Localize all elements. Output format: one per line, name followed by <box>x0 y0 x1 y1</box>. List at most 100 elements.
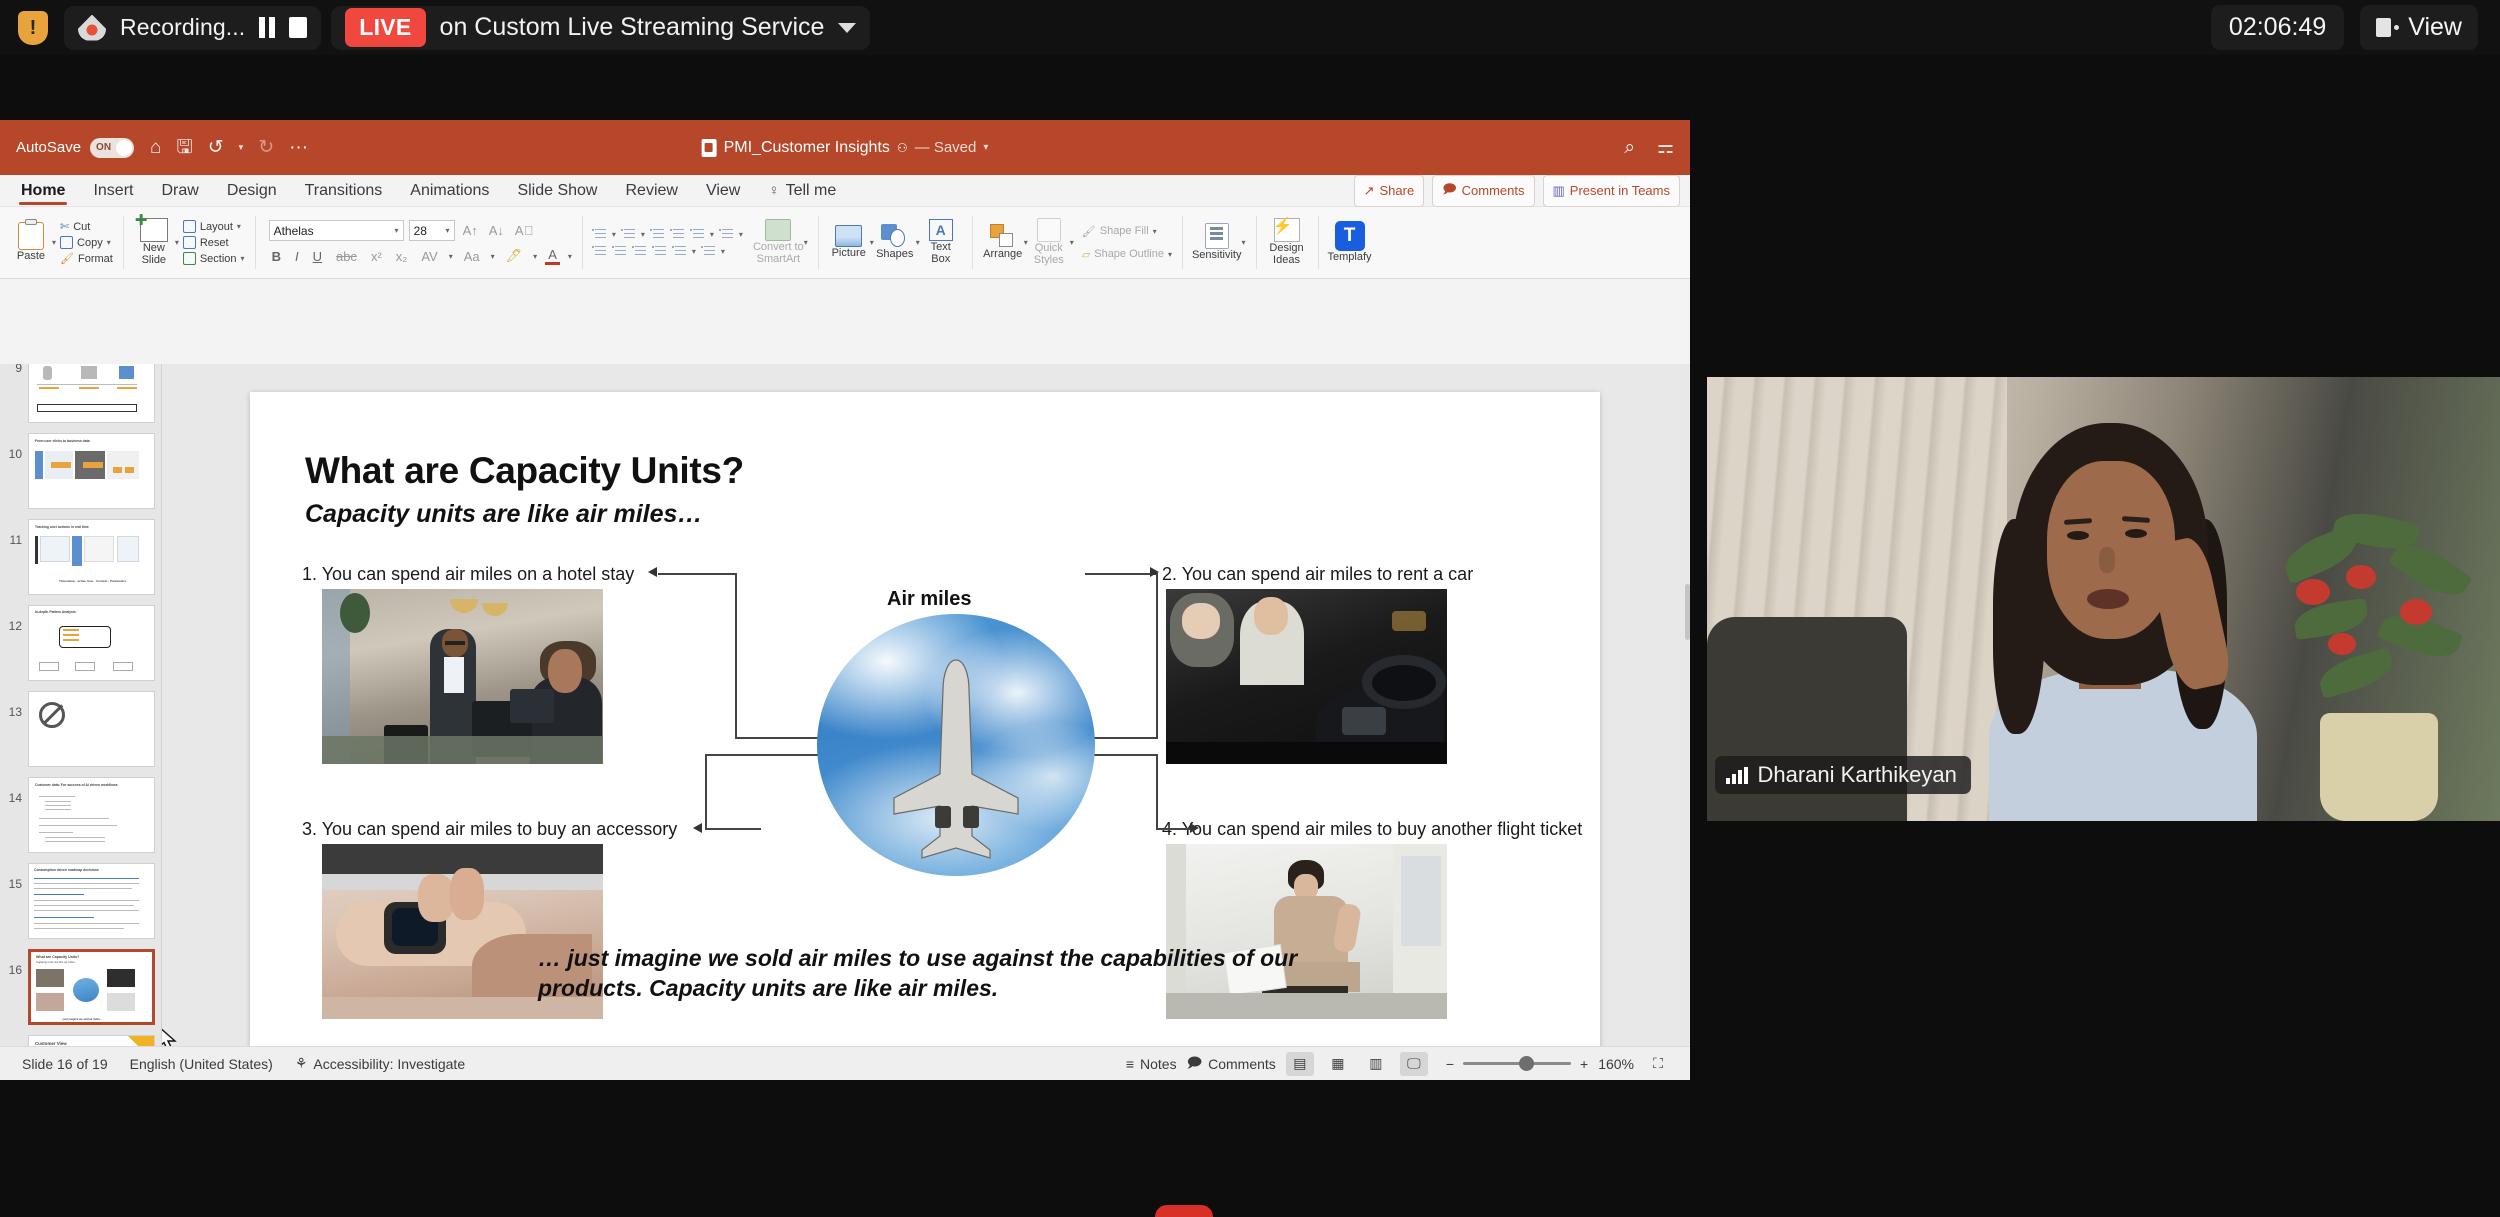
align-text-icon[interactable] <box>700 245 716 258</box>
save-icon[interactable]: 🖫 <box>177 138 193 157</box>
paste-button[interactable]: Paste <box>10 219 52 263</box>
columns-icon[interactable] <box>718 228 734 241</box>
reset-button[interactable]: Reset <box>182 236 245 249</box>
font-color-chevron-down-icon[interactable]: ▾ <box>568 252 572 261</box>
layout-chevron-down-icon[interactable]: ▾ <box>237 222 241 231</box>
font-size-input[interactable]: 28 ▾ <box>408 220 455 241</box>
reading-view-icon[interactable]: ▥ <box>1362 1052 1390 1076</box>
change-case-chevron-down-icon[interactable]: ▾ <box>491 252 495 261</box>
undo-icon[interactable]: ↺ <box>208 138 224 157</box>
bullets-chevron-down-icon[interactable]: ▾ <box>612 230 616 239</box>
columns-chevron-down-icon[interactable]: ▾ <box>739 230 743 239</box>
zoom-knob[interactable] <box>1519 1056 1534 1071</box>
tab-insert[interactable]: Insert <box>80 178 146 204</box>
undo-chevron-down-icon[interactable]: ▾ <box>239 143 244 152</box>
copy-button[interactable]: Copy ▾ <box>60 236 113 249</box>
tab-design[interactable]: Design <box>214 178 290 204</box>
section-button[interactable]: Section ▾ <box>182 252 245 265</box>
character-spacing-button[interactable]: AV <box>418 249 440 264</box>
stop-icon[interactable] <box>289 17 308 38</box>
cut-button[interactable]: ✄ Cut <box>60 220 113 234</box>
thumbnail-card[interactable]: Customer View <box>28 1035 155 1046</box>
tell-me-search[interactable]: ♀ Tell me <box>755 178 849 204</box>
pane-splitter-handle[interactable] <box>1685 584 1690 640</box>
language-status[interactable]: English (United States) <box>130 1056 273 1072</box>
tab-view[interactable]: View <box>693 178 753 204</box>
section-chevron-down-icon[interactable]: ▾ <box>241 254 245 263</box>
thumbnail-card[interactable]: In-depth Pattern Analysis <box>28 605 155 681</box>
view-button[interactable]: View <box>2360 5 2478 50</box>
thumbnail-slide-14[interactable]: 14 Customer data: For success of AI driv… <box>0 772 161 858</box>
font-name-chevron-down-icon[interactable]: ▾ <box>395 226 399 235</box>
text-box-button[interactable]: A Text Box <box>920 219 962 265</box>
present-in-teams-button[interactable]: ▥ Present in Teams <box>1542 174 1680 207</box>
thumbnail-card[interactable]: Customer data: For success of AI driven … <box>28 777 155 853</box>
tab-slide-show[interactable]: Slide Show <box>504 178 610 204</box>
font-name-input[interactable]: Athelas ▾ <box>268 220 404 241</box>
slide-title[interactable]: What are Capacity Units? <box>305 450 744 492</box>
zoom-level-label[interactable]: 160% <box>1598 1056 1634 1072</box>
superscript-button[interactable]: x² <box>368 249 385 264</box>
increase-indent-icon[interactable] <box>669 228 685 241</box>
fit-to-window-icon[interactable]: ⛶ <box>1644 1052 1672 1076</box>
tab-transitions[interactable]: Transitions <box>292 178 396 204</box>
thumbnail-slide-11[interactable]: 11 Tracking user actions in real time Ti… <box>0 514 161 600</box>
thumbnail-slide-9[interactable]: 9 Granular Feature Level Insights <box>0 364 161 428</box>
zoom-slider[interactable]: − + <box>1446 1056 1588 1072</box>
saved-chevron-down-icon[interactable]: ▾ <box>983 142 988 153</box>
justify-icon[interactable] <box>651 245 667 258</box>
numbered-list-icon[interactable] <box>620 228 636 241</box>
layout-button[interactable]: Layout ▾ <box>182 220 245 233</box>
italic-button[interactable]: I <box>292 249 302 264</box>
thumbnail-slide-15[interactable]: 15 Consumption driven roadmap decisions <box>0 858 161 944</box>
slide-thumbnail-pane[interactable]: 9 Granular Feature Level Insights 10 Fro… <box>0 364 162 1046</box>
slide-subtitle[interactable]: Capacity units are like air miles… <box>305 500 702 529</box>
text-direction-chevron-down-icon[interactable]: ▾ <box>692 247 696 256</box>
templafy-button[interactable]: T Templafy <box>1328 221 1372 264</box>
participant-video-tile[interactable]: Dharani Karthikeyan <box>1707 377 2500 821</box>
font-size-chevron-down-icon[interactable]: ▾ <box>446 226 450 235</box>
new-slide-chevron-down-icon[interactable]: ▾ <box>175 238 179 247</box>
quick-styles-button[interactable]: Quick Styles <box>1028 218 1070 266</box>
shape-fill-chevron-down-icon[interactable]: ▾ <box>1153 227 1157 236</box>
ribbon-options-icon[interactable]: ⚎ <box>1657 138 1674 157</box>
notes-button[interactable]: ≡ Notes <box>1126 1056 1177 1072</box>
font-color-button[interactable]: A <box>545 247 560 265</box>
bullet-2-text[interactable]: 2. You can spend air miles to rent a car <box>1162 564 1473 585</box>
tab-draw[interactable]: Draw <box>148 178 211 204</box>
decrease-indent-icon[interactable] <box>649 228 665 241</box>
line-spacing-chevron-down-icon[interactable]: ▾ <box>710 230 714 239</box>
thumbnail-slide-17[interactable]: 17 Customer View <box>0 1030 161 1046</box>
character-spacing-chevron-down-icon[interactable]: ▾ <box>449 252 453 261</box>
smartart-chevron-down-icon[interactable]: ▾ <box>804 238 808 247</box>
tab-home[interactable]: Home <box>8 178 78 205</box>
picture-button[interactable]: Picture <box>828 225 870 260</box>
current-slide[interactable]: What are Capacity Units? Capacity units … <box>250 392 1600 1046</box>
thumbnail-card[interactable]: Tracking user actions in real time Times… <box>28 519 155 595</box>
slideshow-view-icon[interactable]: 🖵 <box>1399 1051 1428 1076</box>
bold-button[interactable]: B <box>269 249 284 264</box>
thumbnail-slide-10[interactable]: 10 From user clicks to business data <box>0 428 161 514</box>
minus-icon[interactable]: − <box>1446 1056 1454 1072</box>
slide-canvas-pane[interactable]: What are Capacity Units? Capacity units … <box>162 364 1690 1046</box>
convert-to-smartart-button[interactable]: Convert to SmartArt <box>753 219 804 265</box>
shape-fill-button[interactable]: 🖌 Shape Fill ▾ <box>1082 225 1172 238</box>
autosave-toggle[interactable]: ON <box>90 137 135 158</box>
increase-font-size-icon[interactable]: A↑ <box>460 223 481 238</box>
quick-styles-chevron-down-icon[interactable]: ▾ <box>1070 238 1074 247</box>
line-spacing-icon[interactable] <box>689 228 705 241</box>
ellipsis-icon[interactable]: ··· <box>289 138 308 157</box>
search-icon[interactable]: ⌕ <box>1624 138 1635 157</box>
subscript-button[interactable]: x₂ <box>393 249 411 264</box>
thumbnail-card[interactable]: Consumption driven roadmap decisions <box>28 863 155 939</box>
change-case-button[interactable]: Aa <box>461 249 483 264</box>
hotel-check-in-photo[interactable] <box>322 589 603 764</box>
new-slide-button[interactable]: ✚ New Slide <box>133 213 175 266</box>
strikethrough-button[interactable]: abc <box>333 249 360 264</box>
decrease-font-size-icon[interactable]: A↓ <box>486 223 507 238</box>
format-painter-button[interactable]: 🖌 Format <box>60 252 113 266</box>
shape-outline-button[interactable]: ▱ Shape Outline ▾ <box>1082 248 1172 261</box>
airplane-in-sky-photo[interactable] <box>817 614 1095 876</box>
bullet-1-text[interactable]: 1. You can spend air miles on a hotel st… <box>302 564 634 585</box>
numbering-chevron-down-icon[interactable]: ▾ <box>641 230 645 239</box>
